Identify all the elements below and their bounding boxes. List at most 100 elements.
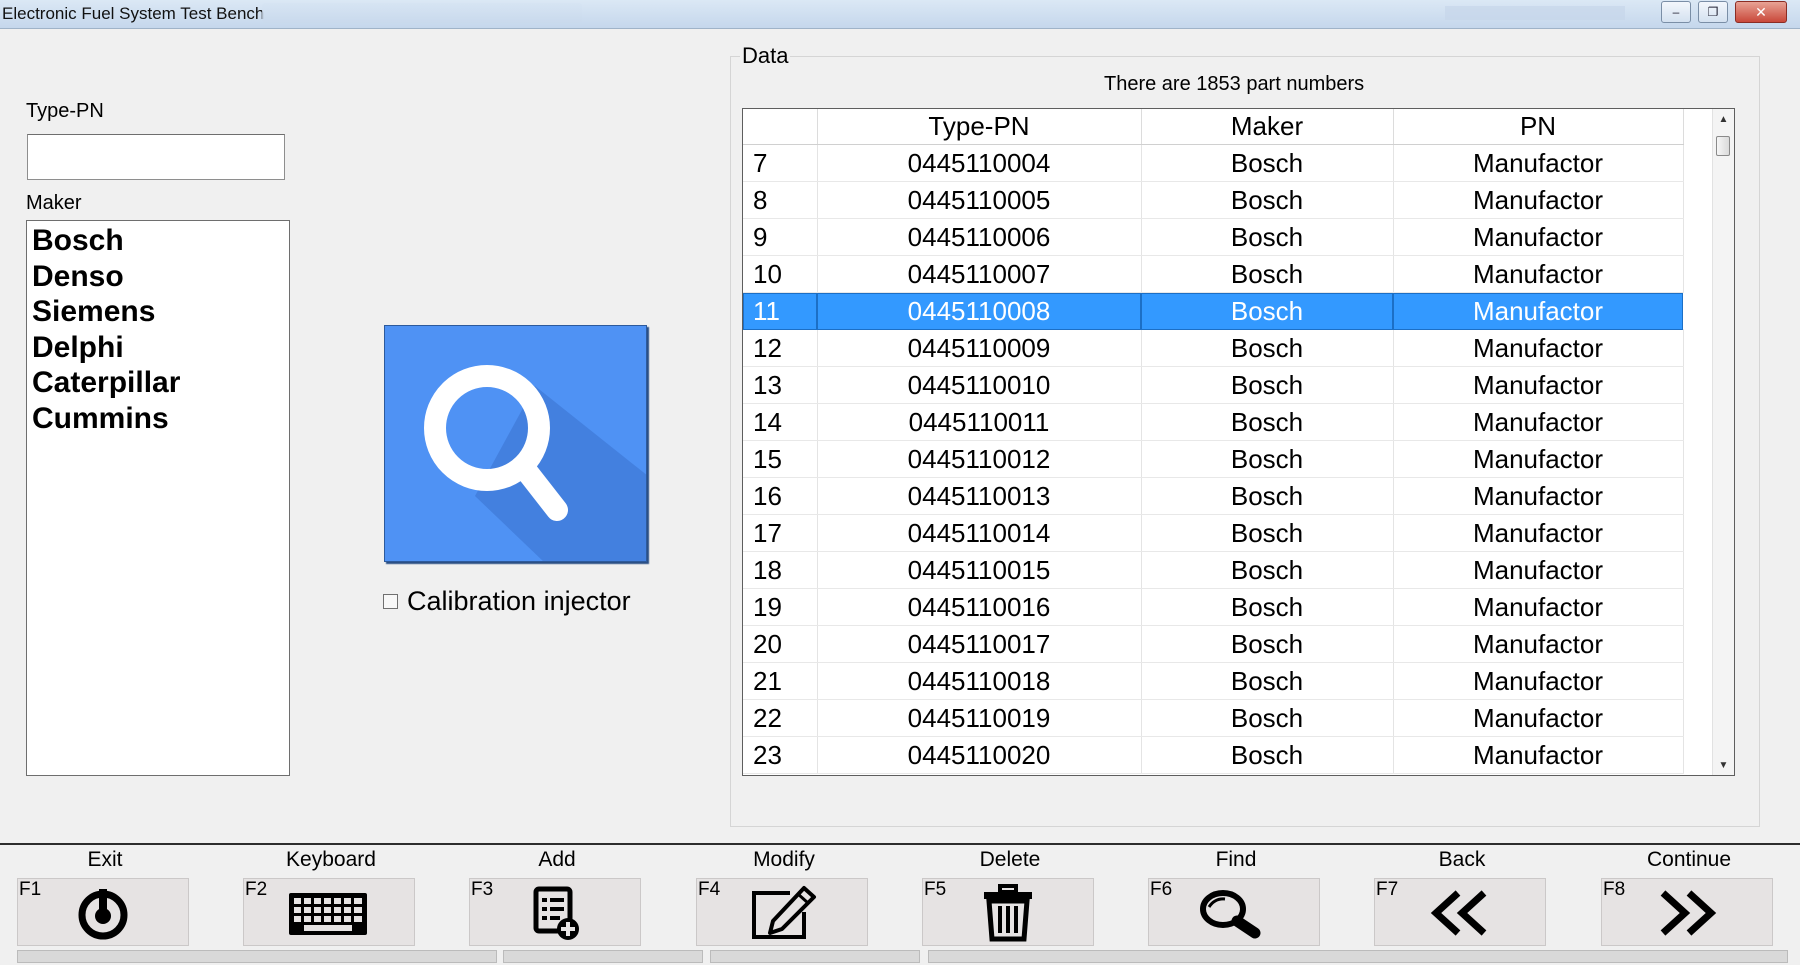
cell-pn[interactable]: Manufactor [1393, 366, 1684, 404]
table-row[interactable]: 11 0445110008 Bosch Manufactor [743, 292, 1684, 330]
table-row[interactable]: 18 0445110015 Bosch Manufactor [743, 551, 1684, 589]
cell-pn[interactable]: Manufactor [1393, 403, 1684, 441]
table-row[interactable]: 19 0445110016 Bosch Manufactor [743, 588, 1684, 626]
cell-pn[interactable]: Manufactor [1393, 736, 1684, 774]
cell-index[interactable]: 12 [743, 329, 818, 367]
cell-index[interactable]: 23 [743, 736, 818, 774]
continue-button[interactable]: F8 [1601, 878, 1773, 946]
scroll-up-arrow-icon[interactable]: ▲ [1713, 109, 1734, 129]
cell-maker[interactable]: Bosch [1141, 144, 1394, 182]
cell-pn[interactable]: Manufactor [1393, 551, 1684, 589]
cell-index[interactable]: 22 [743, 699, 818, 737]
minimize-button[interactable]: – [1661, 1, 1691, 23]
table-row[interactable]: 13 0445110010 Bosch Manufactor [743, 366, 1684, 404]
cell-type-pn[interactable]: 0445110013 [817, 477, 1142, 515]
type-pn-input[interactable] [27, 134, 285, 180]
column-header-index[interactable] [743, 109, 818, 145]
maker-item-delphi[interactable]: Delphi [32, 330, 289, 366]
back-button[interactable]: F7 [1374, 878, 1546, 946]
column-header-type-pn[interactable]: Type-PN [817, 109, 1142, 145]
column-header-maker[interactable]: Maker [1141, 109, 1394, 145]
cell-maker[interactable]: Bosch [1141, 440, 1394, 478]
calibration-injector-checkbox[interactable]: Calibration injector [383, 586, 631, 617]
table-row[interactable]: 9 0445110006 Bosch Manufactor [743, 218, 1684, 256]
cell-type-pn[interactable]: 0445110012 [817, 440, 1142, 478]
cell-index[interactable]: 14 [743, 403, 818, 441]
cell-type-pn[interactable]: 0445110015 [817, 551, 1142, 589]
delete-button[interactable]: F5 [922, 878, 1094, 946]
cell-type-pn[interactable]: 0445110005 [817, 181, 1142, 219]
table-row[interactable]: 20 0445110017 Bosch Manufactor [743, 625, 1684, 663]
cell-type-pn[interactable]: 0445110014 [817, 514, 1142, 552]
checkbox-box[interactable] [383, 594, 398, 609]
cell-pn[interactable]: Manufactor [1393, 625, 1684, 663]
cell-type-pn[interactable]: 0445110016 [817, 588, 1142, 626]
find-button[interactable]: F6 [1148, 878, 1320, 946]
cell-maker[interactable]: Bosch [1141, 403, 1394, 441]
table-row[interactable]: 21 0445110018 Bosch Manufactor [743, 662, 1684, 700]
cell-maker[interactable]: Bosch [1141, 699, 1394, 737]
cell-index[interactable]: 8 [743, 181, 818, 219]
cell-index[interactable]: 10 [743, 255, 818, 293]
cell-pn[interactable]: Manufactor [1393, 662, 1684, 700]
cell-type-pn[interactable]: 0445110020 [817, 736, 1142, 774]
cell-pn[interactable]: Manufactor [1393, 588, 1684, 626]
cell-maker[interactable]: Bosch [1141, 218, 1394, 256]
table-row[interactable]: 8 0445110005 Bosch Manufactor [743, 181, 1684, 219]
table-row[interactable]: 15 0445110012 Bosch Manufactor [743, 440, 1684, 478]
cell-pn[interactable]: Manufactor [1393, 218, 1684, 256]
cell-pn[interactable]: Manufactor [1393, 292, 1684, 330]
parts-table[interactable]: Type-PN Maker PN 7 0445110004 Bosch Manufac… [742, 108, 1735, 776]
cell-maker[interactable]: Bosch [1141, 551, 1394, 589]
cell-maker[interactable]: Bosch [1141, 736, 1394, 774]
cell-type-pn[interactable]: 0445110018 [817, 662, 1142, 700]
add-button[interactable]: F3 [469, 878, 641, 946]
cell-pn[interactable]: Manufactor [1393, 440, 1684, 478]
table-row[interactable]: 10 0445110007 Bosch Manufactor [743, 255, 1684, 293]
cell-pn[interactable]: Manufactor [1393, 699, 1684, 737]
maker-item-caterpillar[interactable]: Caterpillar [32, 365, 289, 401]
cell-type-pn[interactable]: 0445110004 [817, 144, 1142, 182]
scroll-down-arrow-icon[interactable]: ▼ [1713, 755, 1734, 775]
maker-item-bosch[interactable]: Bosch [32, 223, 289, 259]
cell-index[interactable]: 21 [743, 662, 818, 700]
cell-type-pn[interactable]: 0445110019 [817, 699, 1142, 737]
cell-index[interactable]: 19 [743, 588, 818, 626]
maker-list[interactable]: Bosch Denso Siemens Delphi Caterpillar C… [26, 220, 290, 776]
close-button[interactable]: ✕ [1735, 1, 1787, 23]
cell-index[interactable]: 9 [743, 218, 818, 256]
cell-maker[interactable]: Bosch [1141, 514, 1394, 552]
maker-item-siemens[interactable]: Siemens [32, 294, 289, 330]
cell-type-pn[interactable]: 0445110017 [817, 625, 1142, 663]
table-row[interactable]: 14 0445110011 Bosch Manufactor [743, 403, 1684, 441]
cell-maker[interactable]: Bosch [1141, 292, 1394, 330]
cell-pn[interactable]: Manufactor [1393, 514, 1684, 552]
cell-type-pn[interactable]: 0445110008 [817, 292, 1142, 330]
cell-pn[interactable]: Manufactor [1393, 255, 1684, 293]
cell-index[interactable]: 13 [743, 366, 818, 404]
cell-pn[interactable]: Manufactor [1393, 144, 1684, 182]
cell-maker[interactable]: Bosch [1141, 477, 1394, 515]
cell-pn[interactable]: Manufactor [1393, 329, 1684, 367]
cell-maker[interactable]: Bosch [1141, 255, 1394, 293]
cell-index[interactable]: 18 [743, 551, 818, 589]
table-row[interactable]: 7 0445110004 Bosch Manufactor [743, 144, 1684, 182]
table-row[interactable]: 17 0445110014 Bosch Manufactor [743, 514, 1684, 552]
modify-button[interactable]: F4 [696, 878, 868, 946]
cell-maker[interactable]: Bosch [1141, 662, 1394, 700]
cell-index[interactable]: 15 [743, 440, 818, 478]
table-row[interactable]: 12 0445110009 Bosch Manufactor [743, 329, 1684, 367]
cell-maker[interactable]: Bosch [1141, 329, 1394, 367]
column-header-pn[interactable]: PN [1393, 109, 1684, 145]
cell-maker[interactable]: Bosch [1141, 181, 1394, 219]
cell-index[interactable]: 16 [743, 477, 818, 515]
maker-item-cummins[interactable]: Cummins [32, 401, 289, 437]
cell-maker[interactable]: Bosch [1141, 366, 1394, 404]
table-row[interactable]: 16 0445110013 Bosch Manufactor [743, 477, 1684, 515]
maximize-button[interactable]: ❐ [1698, 1, 1728, 23]
cell-type-pn[interactable]: 0445110006 [817, 218, 1142, 256]
scroll-thumb[interactable] [1716, 136, 1730, 156]
table-row[interactable]: 22 0445110019 Bosch Manufactor [743, 699, 1684, 737]
vertical-scrollbar[interactable]: ▲ ▼ [1712, 109, 1734, 775]
cell-pn[interactable]: Manufactor [1393, 181, 1684, 219]
